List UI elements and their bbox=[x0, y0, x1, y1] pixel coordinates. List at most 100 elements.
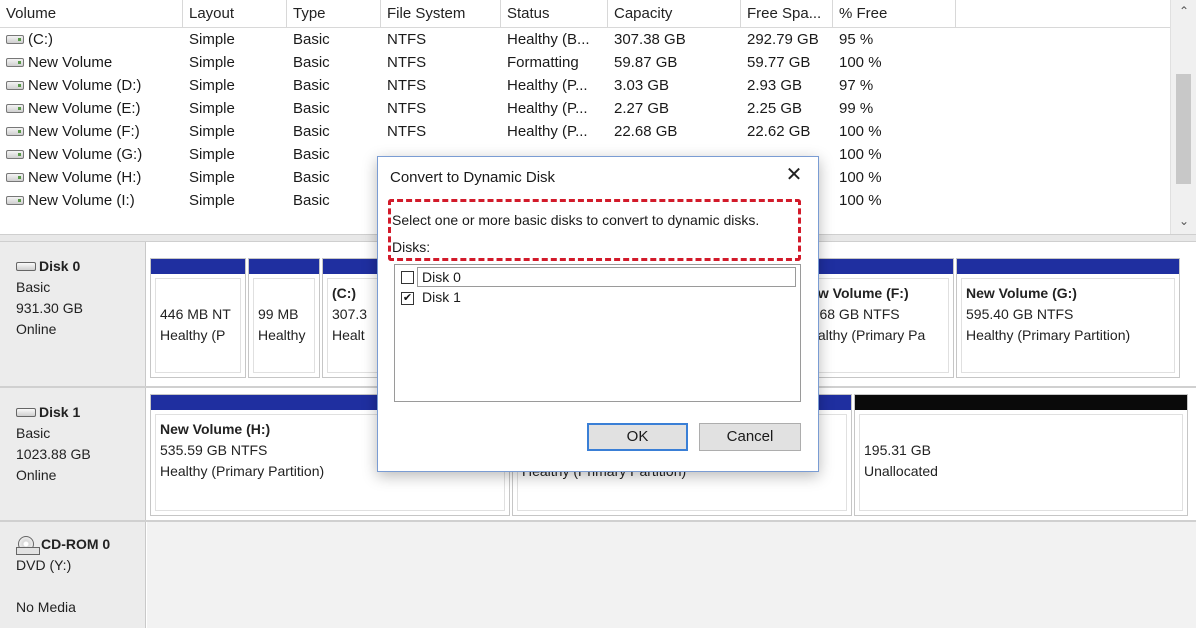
volume-icon bbox=[6, 34, 24, 44]
disk-0-label[interactable]: Disk 0 Basic 931.30 GB Online bbox=[0, 242, 146, 386]
free-cell: 292.79 GB bbox=[747, 31, 819, 48]
list-item-label: Disk 0 bbox=[417, 267, 796, 287]
cancel-button[interactable]: Cancel bbox=[699, 423, 801, 451]
volume-name: New Volume (I:) bbox=[28, 192, 135, 209]
scroll-thumb[interactable] bbox=[1176, 74, 1191, 184]
volume-icon bbox=[6, 103, 24, 113]
table-row[interactable]: New Volume (E:) Simple Basic NTFS Health… bbox=[0, 97, 1170, 120]
cdrom-empty-area bbox=[147, 522, 1196, 628]
partition-bar bbox=[151, 259, 245, 274]
unallocated-bar bbox=[855, 395, 1187, 410]
cdrom-label[interactable]: CD-ROM 0 DVD (Y:) No Media bbox=[0, 522, 146, 628]
partition-status: Unallocated bbox=[864, 463, 938, 479]
partition-status: Healthy (Primary Pa bbox=[800, 327, 926, 343]
volume-name: New Volume (D:) bbox=[28, 77, 142, 94]
volume-icon bbox=[6, 126, 24, 136]
disk-1-checkbox[interactable]: ✔ bbox=[401, 291, 414, 305]
disk-icon bbox=[16, 408, 36, 417]
partition-size: 99 MB bbox=[258, 306, 299, 322]
table-row[interactable]: New Volume (F:) Simple Basic NTFS Health… bbox=[0, 120, 1170, 143]
status-cell: Formatting bbox=[507, 54, 579, 71]
layout-cell: Simple bbox=[189, 100, 235, 117]
disk-size: 931.30 GB bbox=[16, 300, 83, 316]
partition-status: Healthy (Primary Partition) bbox=[966, 327, 1131, 343]
col-percent-free[interactable]: % Free bbox=[833, 0, 956, 28]
pct-free-cell: 100 % bbox=[839, 146, 882, 163]
table-row[interactable]: (C:) Simple Basic NTFS Healthy (B... 307… bbox=[0, 28, 1170, 51]
disk-name: Disk 1 bbox=[39, 404, 81, 420]
capacity-cell: 307.38 GB bbox=[614, 31, 686, 48]
list-item-disk-1[interactable]: ✔ Disk 1 bbox=[401, 288, 467, 308]
status-cell: Healthy (P... bbox=[507, 123, 588, 140]
volume-icon bbox=[6, 172, 24, 182]
col-volume[interactable]: Volume bbox=[0, 0, 183, 28]
free-cell: 2.25 GB bbox=[747, 100, 803, 117]
fs-cell: NTFS bbox=[387, 123, 427, 140]
volume-name: New Volume bbox=[28, 54, 113, 71]
table-row[interactable]: New Volume (D:) Simple Basic NTFS Health… bbox=[0, 74, 1170, 97]
disk-icon bbox=[16, 262, 36, 271]
fs-cell: NTFS bbox=[387, 77, 427, 94]
scroll-down-icon[interactable]: ⌄ bbox=[1171, 210, 1196, 232]
free-cell: 59.77 GB bbox=[747, 54, 811, 71]
pct-free-cell: 100 % bbox=[839, 169, 882, 186]
layout-cell: Simple bbox=[189, 31, 235, 48]
volume-name: New Volume (H:) bbox=[28, 169, 142, 186]
status-cell: Healthy (B... bbox=[507, 31, 590, 48]
partition-bar bbox=[957, 259, 1179, 274]
col-capacity[interactable]: Capacity bbox=[608, 0, 741, 28]
partition[interactable]: 446 MB NT Healthy (P bbox=[150, 258, 246, 378]
col-status[interactable]: Status bbox=[501, 0, 608, 28]
dialog-instruction: Select one or more basic disks to conver… bbox=[392, 212, 760, 228]
disk-name: CD-ROM 0 bbox=[41, 536, 111, 552]
partition-size: 22.68 GB NTFS bbox=[800, 306, 900, 322]
partition-size: 446 MB NT bbox=[160, 306, 231, 322]
disk-checklist: Disk 0 ✔ Disk 1 bbox=[394, 264, 801, 402]
fs-cell: NTFS bbox=[387, 31, 427, 48]
type-cell: Basic bbox=[293, 100, 330, 117]
status-cell: Healthy (P... bbox=[507, 100, 588, 117]
partition[interactable]: 99 MB Healthy bbox=[248, 258, 320, 378]
partition-status: Healthy (P bbox=[160, 327, 226, 343]
ok-button[interactable]: OK bbox=[587, 423, 688, 451]
disk-type: Basic bbox=[16, 425, 51, 441]
partition-size: 595.40 GB NTFS bbox=[966, 306, 1074, 322]
col-free-space[interactable]: Free Spa... bbox=[741, 0, 833, 28]
disk-type: DVD (Y:) bbox=[16, 557, 72, 573]
free-cell: 22.62 GB bbox=[747, 123, 811, 140]
col-layout[interactable]: Layout bbox=[183, 0, 287, 28]
pct-free-cell: 95 % bbox=[839, 31, 874, 48]
table-row[interactable]: New Volume Simple Basic NTFS Formatting … bbox=[0, 51, 1170, 74]
disk-0-checkbox[interactable] bbox=[401, 270, 414, 284]
layout-cell: Simple bbox=[189, 77, 235, 94]
free-cell: 2.93 GB bbox=[747, 77, 803, 94]
volume-icon bbox=[6, 149, 24, 159]
volume-name: New Volume (F:) bbox=[28, 123, 140, 140]
fs-cell: NTFS bbox=[387, 54, 427, 71]
highlight-box bbox=[388, 199, 801, 261]
partition-g[interactable]: New Volume (G:) 595.40 GB NTFS Healthy (… bbox=[956, 258, 1180, 378]
list-item-disk-0[interactable]: Disk 0 bbox=[401, 267, 796, 287]
disk-state: Online bbox=[16, 321, 57, 337]
vertical-scrollbar[interactable]: ⌃ ⌄ bbox=[1170, 0, 1196, 234]
volume-name: New Volume (G:) bbox=[28, 146, 143, 163]
volume-name: New Volume (E:) bbox=[28, 100, 141, 117]
type-cell: Basic bbox=[293, 77, 330, 94]
pct-free-cell: 100 % bbox=[839, 54, 882, 71]
dialog-title: Convert to Dynamic Disk bbox=[390, 169, 556, 186]
layout-cell: Simple bbox=[189, 192, 235, 209]
close-icon[interactable]: ✕ bbox=[782, 163, 806, 187]
volume-name: (C:) bbox=[28, 31, 53, 48]
partition-title: New Volume (G:) bbox=[966, 285, 1077, 301]
disk-type: Basic bbox=[16, 279, 51, 295]
partition-size: 195.31 GB bbox=[864, 442, 931, 458]
col-type[interactable]: Type bbox=[287, 0, 381, 28]
volume-icon bbox=[6, 57, 24, 67]
scroll-up-icon[interactable]: ⌃ bbox=[1171, 0, 1196, 22]
pct-free-cell: 100 % bbox=[839, 192, 882, 209]
column-header: Volume Layout Type File System Status Ca… bbox=[0, 0, 1170, 28]
col-file-system[interactable]: File System bbox=[381, 0, 501, 28]
disk-1-label[interactable]: Disk 1 Basic 1023.88 GB Online bbox=[0, 388, 146, 520]
volume-icon bbox=[6, 195, 24, 205]
unallocated-partition[interactable]: 195.31 GB Unallocated bbox=[854, 394, 1188, 516]
